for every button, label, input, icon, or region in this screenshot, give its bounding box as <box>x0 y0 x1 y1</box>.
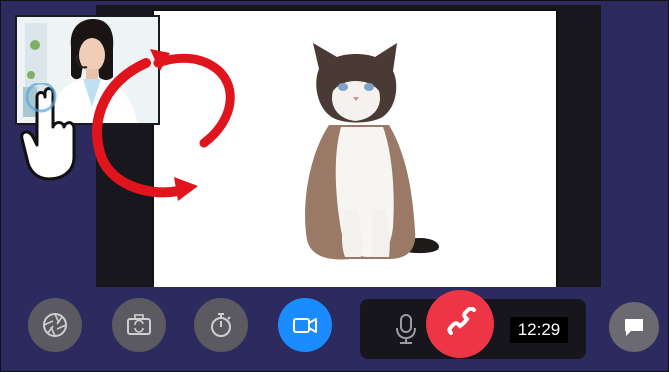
video-call-screen: 12:29 <box>0 0 669 372</box>
chat-button[interactable] <box>609 302 659 352</box>
timer-icon <box>211 313 231 337</box>
tap-hand-icon <box>20 83 76 181</box>
aperture-button[interactable] <box>28 298 82 352</box>
timer-button[interactable] <box>194 298 248 352</box>
aperture-icon <box>43 313 67 337</box>
video-camera-icon <box>293 318 317 333</box>
end-call-icon <box>447 307 476 335</box>
microphone-icon <box>396 314 416 344</box>
end-call-button[interactable] <box>426 290 494 358</box>
call-duration: 12:29 <box>510 317 568 343</box>
video-toggle-button[interactable] <box>278 298 332 352</box>
switch-camera-button[interactable] <box>112 298 166 352</box>
main-video-feed[interactable] <box>152 9 558 289</box>
mute-microphone-button[interactable] <box>392 313 420 345</box>
cat-video-image <box>305 43 439 260</box>
camera-switch-icon <box>127 314 151 335</box>
chat-icon <box>625 319 643 336</box>
